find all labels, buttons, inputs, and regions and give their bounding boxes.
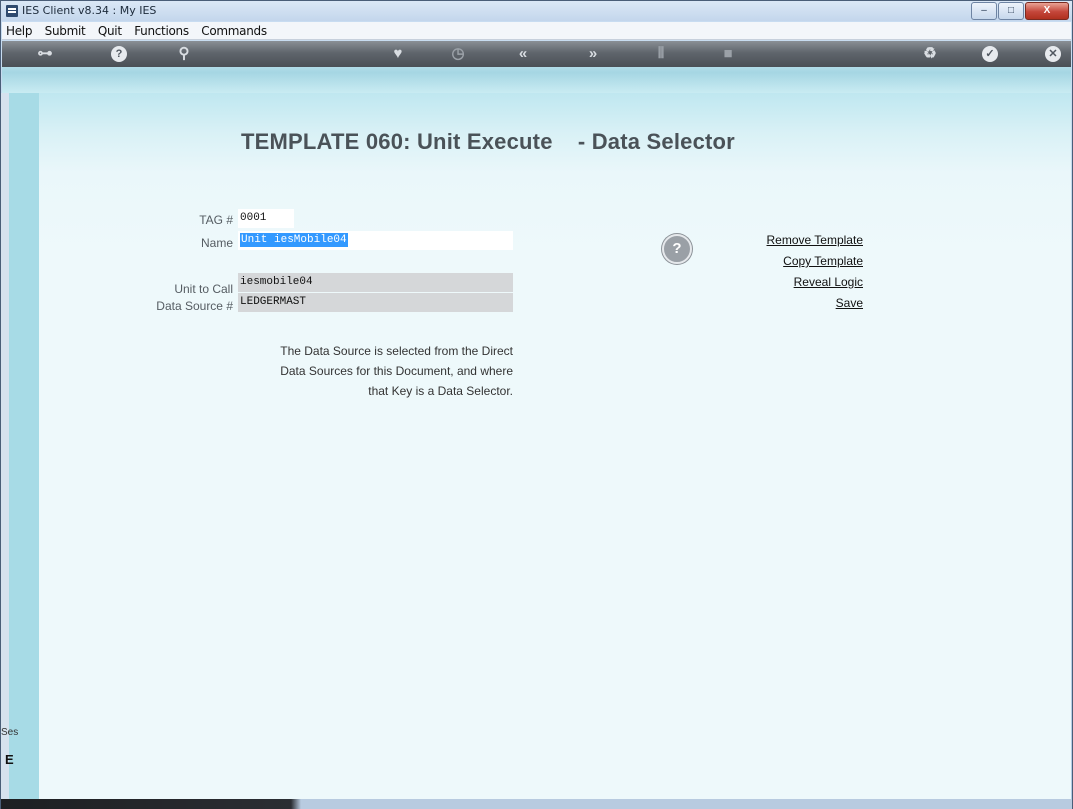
minimize-button[interactable]: – (971, 2, 997, 20)
clock-icon[interactable]: ◷ (447, 44, 469, 64)
heart-icon[interactable]: ♥ (387, 44, 409, 64)
check-icon[interactable]: ✓ (982, 46, 998, 62)
toolbar: ⊶ ? ⚲ ♥ ◷ « » ⫴ ■ ♻ ✓ ✕ (2, 41, 1071, 93)
name-label: Name (200, 236, 233, 250)
close-window-button[interactable]: X (1025, 2, 1069, 20)
toolbar-band (2, 41, 1071, 67)
copy-template-link[interactable]: Copy Template (783, 254, 863, 268)
menu-quit[interactable]: Quit (94, 22, 126, 38)
app-window: IES Client v8.34 : My IES – □ X Help Sub… (0, 0, 1073, 809)
remove-template-link[interactable]: Remove Template (767, 233, 864, 247)
save-link[interactable]: Save (836, 296, 863, 310)
title-bar: IES Client v8.34 : My IES – □ X (1, 1, 1072, 21)
unit-field[interactable]: iesmobile04 (238, 273, 513, 292)
page-title: TEMPLATE 060: Unit Execute - Data Select… (241, 129, 735, 154)
source-field[interactable]: LEDGERMAST (238, 293, 513, 312)
unit-label: Unit to Call (174, 282, 233, 296)
note-line-2: Data Sources for this Document, and wher… (280, 364, 513, 378)
menu-submit[interactable]: Submit (41, 22, 90, 38)
reveal-logic-link[interactable]: Reveal Logic (794, 275, 863, 289)
search-icon[interactable]: ⚲ (173, 44, 195, 64)
info-note: The Data Source is selected from the Dir… (231, 341, 513, 401)
app-icon (6, 5, 18, 17)
window-title: IES Client v8.34 : My IES (22, 4, 157, 17)
help-button[interactable]: ? (662, 234, 692, 264)
left-edge (1, 93, 9, 799)
close-icon[interactable]: ✕ (1045, 46, 1061, 62)
tag-label: TAG # (199, 213, 233, 227)
forward-icon[interactable]: » (582, 44, 604, 64)
side-strip (9, 93, 39, 799)
menu-functions[interactable]: Functions (130, 22, 193, 38)
session-label: Ses (1, 727, 19, 738)
name-field[interactable]: Unit iesMobile04 (238, 231, 513, 250)
note-line-1: The Data Source is selected from the Dir… (280, 344, 513, 358)
note-line-3: that Key is a Data Selector. (368, 384, 513, 398)
key-icon[interactable]: ⊶ (34, 44, 56, 64)
help-icon[interactable]: ? (111, 46, 127, 62)
bottom-bar (1, 799, 1072, 809)
session-glyph: E (5, 752, 14, 767)
main-content (9, 93, 1071, 799)
recycle-icon[interactable]: ♻ (919, 44, 941, 64)
menu-commands[interactable]: Commands (197, 22, 271, 38)
tools-icon[interactable]: ⫴ (650, 44, 672, 64)
tag-field[interactable]: 0001 (238, 209, 294, 228)
menu-help[interactable]: Help (2, 22, 36, 38)
rewind-icon[interactable]: « (512, 44, 534, 64)
name-selection: Unit iesMobile04 (240, 233, 348, 247)
maximize-button[interactable]: □ (998, 2, 1024, 20)
source-label: Data Source # (156, 299, 233, 313)
square-icon[interactable]: ■ (717, 44, 739, 64)
menu-bar: Help Submit Quit Functions Commands (2, 22, 1071, 40)
